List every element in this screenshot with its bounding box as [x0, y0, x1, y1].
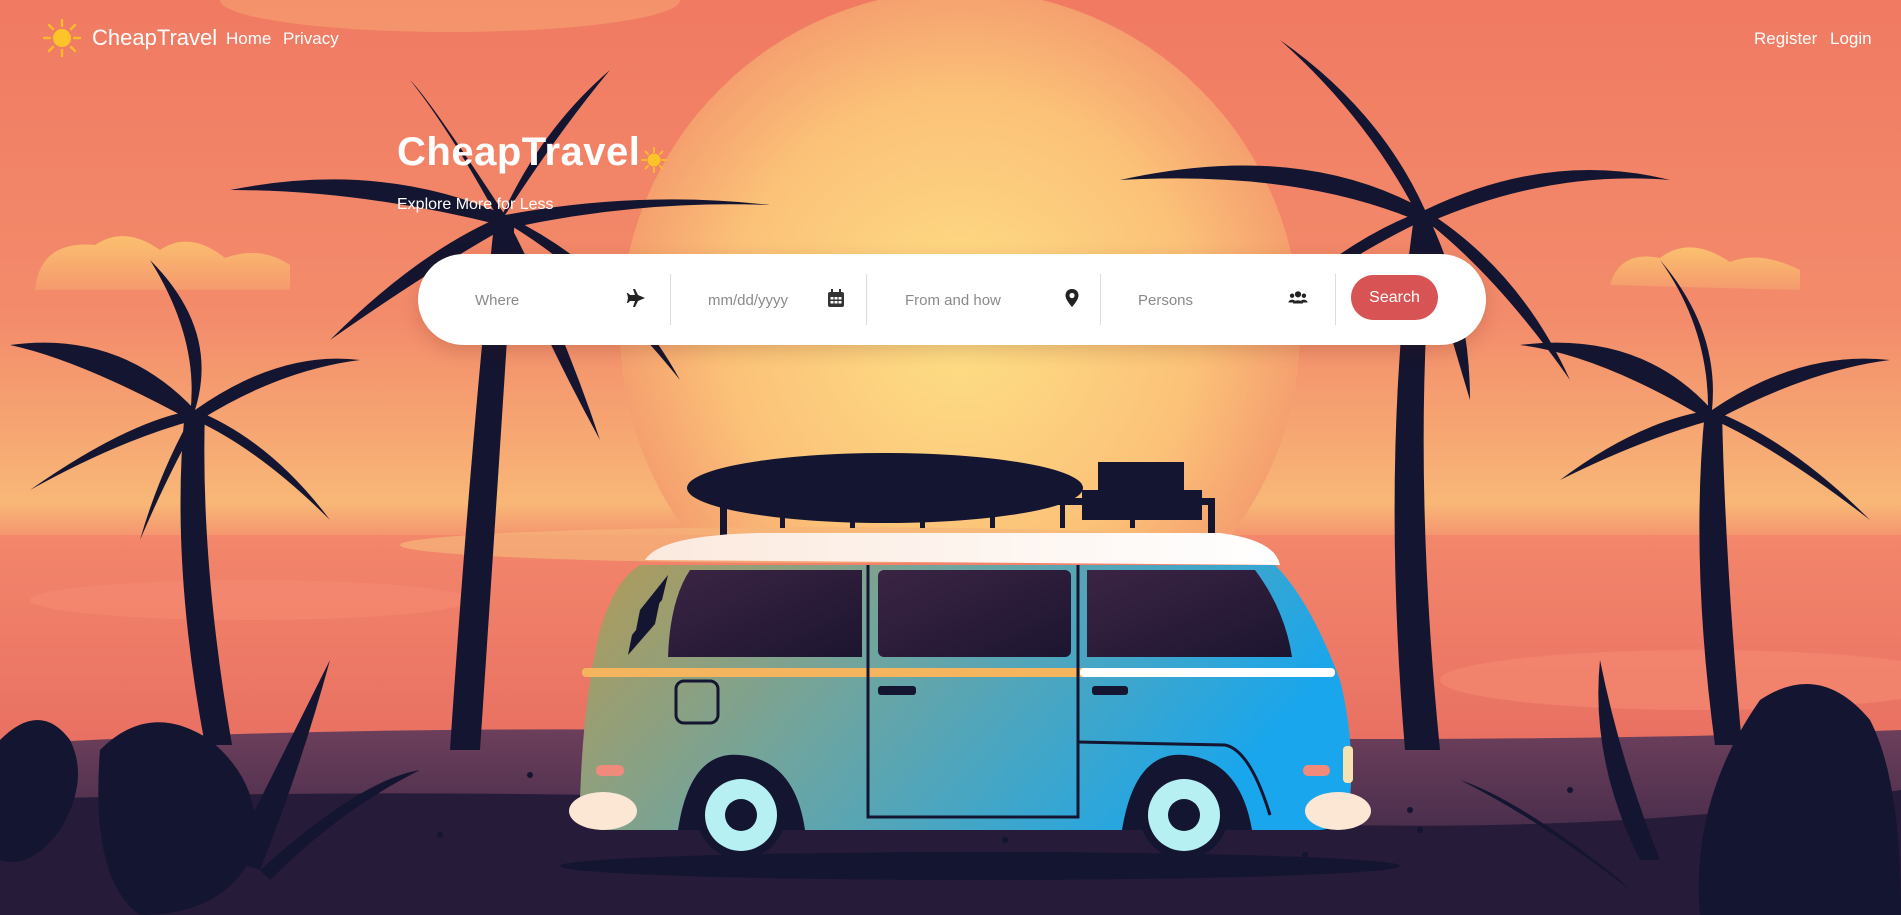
from-and-how-input[interactable]	[903, 284, 1057, 316]
nav-link-home[interactable]: Home	[226, 29, 271, 49]
field-divider	[1100, 274, 1101, 325]
plane-icon	[627, 289, 645, 307]
nav-link-login[interactable]: Login	[1830, 29, 1872, 49]
nav-link-register[interactable]: Register	[1754, 29, 1817, 49]
brand[interactable]: CheapTravel	[42, 18, 217, 58]
date-input[interactable]	[706, 284, 820, 316]
map-marker-icon	[1065, 289, 1079, 307]
brand-name: CheapTravel	[92, 25, 218, 50]
where-input[interactable]	[473, 284, 627, 316]
field-divider	[1335, 274, 1336, 325]
nav-link-privacy[interactable]: Privacy	[283, 29, 339, 49]
top-navbar: CheapTravel Home Privacy Register Login	[0, 0, 1901, 80]
hero-subtitle: Explore More for Less	[397, 196, 554, 213]
sunset-beach-illustration	[0, 0, 1901, 915]
calendar-icon	[828, 289, 844, 307]
sun-icon	[42, 18, 82, 58]
search-bar: Search	[418, 254, 1486, 345]
users-icon	[1288, 291, 1308, 304]
search-button[interactable]: Search	[1351, 275, 1438, 320]
persons-input[interactable]	[1136, 284, 1280, 316]
field-divider	[866, 274, 867, 325]
hero-title: CheapTravel	[397, 130, 641, 174]
field-divider	[670, 274, 671, 325]
sun-icon	[641, 147, 667, 173]
